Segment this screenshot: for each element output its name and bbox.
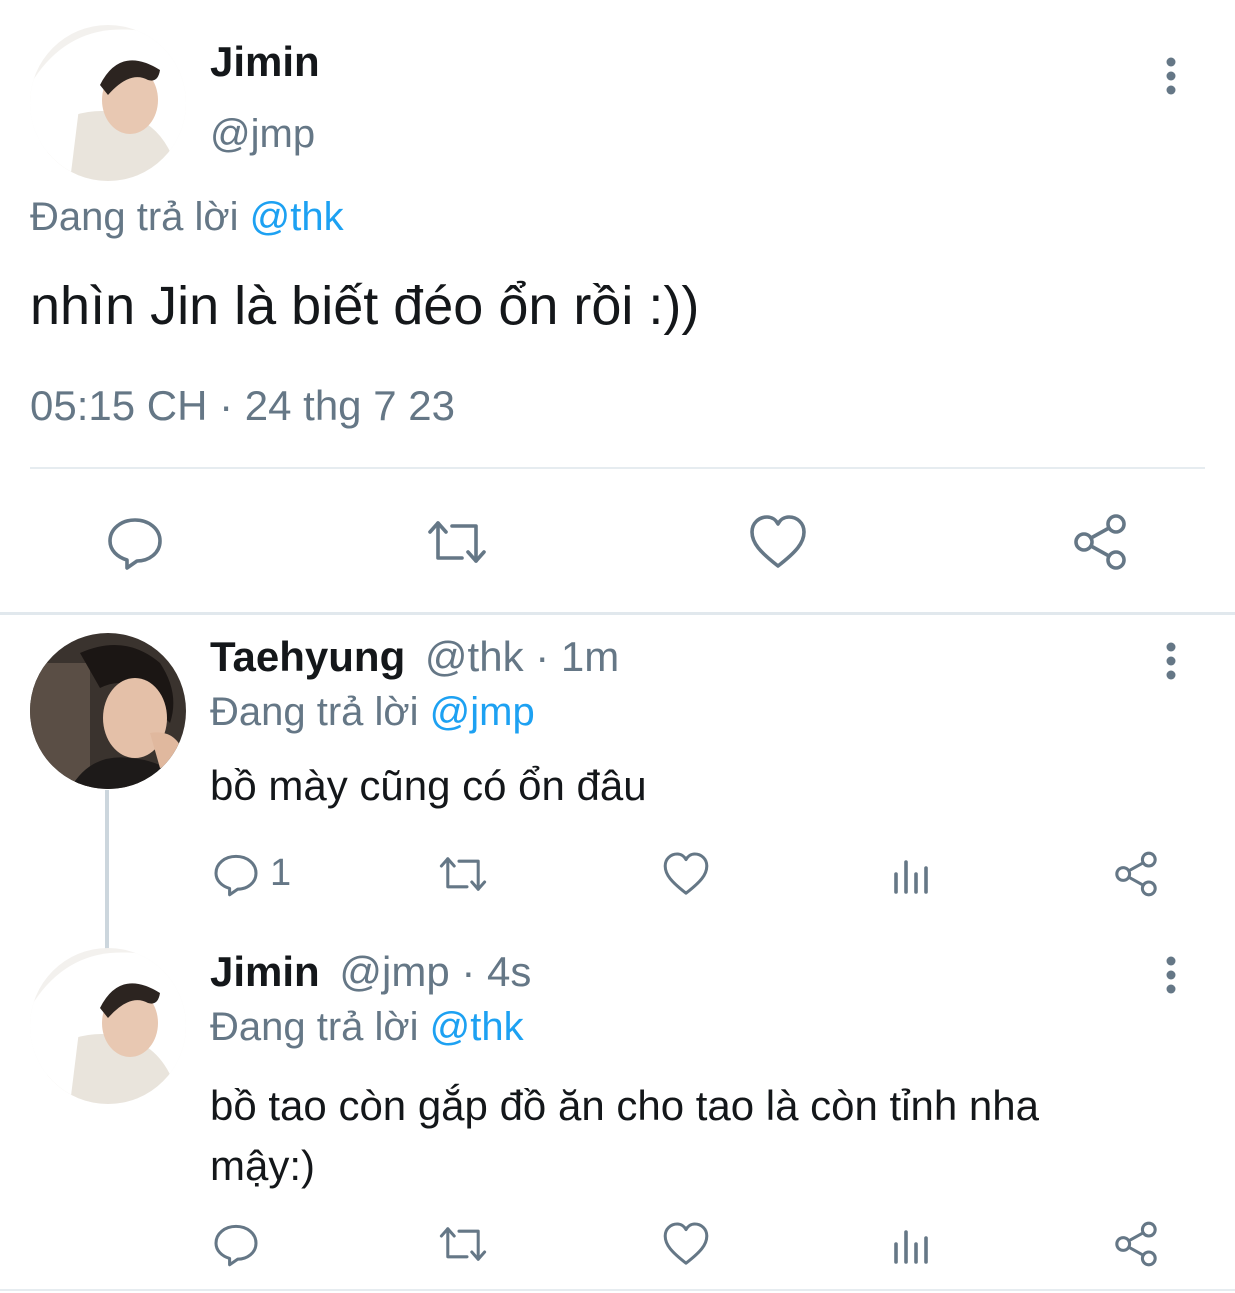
more-vertical-icon bbox=[1166, 57, 1176, 95]
tweet-text: bồ tao còn gắp đồ ăn cho tao là còn tỉnh… bbox=[210, 1076, 1039, 1196]
heart-icon bbox=[750, 515, 806, 568]
analytics-button[interactable] bbox=[890, 852, 934, 896]
reply-context: Đang trả lời @jmp bbox=[210, 690, 535, 735]
retweet-button[interactable] bbox=[436, 1220, 490, 1268]
avatar-photo bbox=[30, 25, 186, 181]
reply-prefix: Đang trả lời bbox=[210, 1005, 419, 1049]
heart-icon bbox=[663, 1222, 709, 1265]
like-button[interactable] bbox=[748, 512, 808, 572]
display-name[interactable]: Taehyung bbox=[210, 633, 405, 680]
tweet-timestamp[interactable]: 05:15 CH · 24 thg 7 23 bbox=[30, 382, 455, 430]
display-name[interactable]: Jimin bbox=[210, 38, 320, 86]
handle-and-time[interactable]: @jmp · 4s bbox=[339, 948, 531, 995]
avatar[interactable] bbox=[30, 948, 186, 1104]
share-icon bbox=[1115, 1221, 1157, 1267]
retweet-button[interactable] bbox=[436, 850, 490, 898]
reply-icon bbox=[108, 518, 162, 570]
reply-count: 1 bbox=[270, 852, 292, 894]
section-divider bbox=[0, 612, 1235, 615]
more-options-button[interactable] bbox=[1158, 640, 1184, 682]
reply-to-link[interactable]: @jmp bbox=[430, 690, 535, 734]
like-button[interactable] bbox=[662, 1220, 710, 1268]
share-button[interactable] bbox=[1112, 1220, 1160, 1268]
user-handle[interactable]: @jmp bbox=[210, 112, 315, 157]
handle-and-time[interactable]: @thk · 1m bbox=[425, 633, 619, 680]
bottom-divider bbox=[0, 1289, 1235, 1291]
reply-button[interactable] bbox=[212, 1220, 260, 1268]
share-icon bbox=[1074, 514, 1126, 570]
analytics-icon bbox=[894, 1230, 928, 1264]
analytics-icon bbox=[894, 860, 928, 894]
tweet-text: nhìn Jin là biết đéo ổn rồi :)) bbox=[30, 276, 700, 336]
divider bbox=[30, 467, 1205, 469]
avatar-photo bbox=[30, 948, 186, 1104]
display-name[interactable]: Jimin bbox=[210, 948, 320, 995]
avatar-photo bbox=[30, 633, 186, 789]
more-vertical-icon bbox=[1166, 642, 1176, 680]
reply-prefix: Đang trả lời bbox=[210, 690, 419, 734]
heart-icon bbox=[663, 852, 709, 895]
reply-to-link[interactable]: @thk bbox=[250, 195, 344, 239]
tweet-text-line: bồ tao còn gắp đồ ăn cho tao là còn tỉnh… bbox=[210, 1082, 1039, 1129]
more-options-button[interactable] bbox=[1158, 55, 1184, 97]
retweet-icon bbox=[428, 521, 486, 563]
reply-icon bbox=[214, 854, 258, 897]
reply-button[interactable]: 1 bbox=[212, 850, 302, 898]
tweet-header: Taehyung @thk · 1m bbox=[210, 633, 619, 681]
tweet-text: bồ mày cũng có ổn đâu bbox=[210, 762, 647, 809]
retweet-icon bbox=[439, 857, 487, 891]
like-button[interactable] bbox=[662, 850, 710, 898]
more-options-button[interactable] bbox=[1158, 954, 1184, 996]
tweet-header: Jimin @jmp · 4s bbox=[210, 948, 531, 996]
reply-button[interactable] bbox=[105, 512, 165, 572]
reply-to-link[interactable]: @thk bbox=[430, 1005, 524, 1049]
retweet-button[interactable] bbox=[424, 512, 490, 572]
avatar[interactable] bbox=[30, 25, 186, 181]
share-button[interactable] bbox=[1112, 850, 1160, 898]
reply-icon bbox=[214, 1224, 258, 1267]
reply-prefix: Đang trả lời bbox=[30, 195, 239, 239]
analytics-button[interactable] bbox=[890, 1222, 934, 1266]
avatar[interactable] bbox=[30, 633, 186, 789]
thread-connector bbox=[105, 790, 109, 950]
more-vertical-icon bbox=[1166, 956, 1176, 994]
reply-context: Đang trả lời @thk bbox=[30, 195, 344, 240]
tweet-text-line: mậy:) bbox=[210, 1142, 315, 1189]
share-icon bbox=[1115, 851, 1157, 897]
reply-context: Đang trả lời @thk bbox=[210, 1005, 524, 1050]
share-button[interactable] bbox=[1070, 512, 1130, 572]
retweet-icon bbox=[439, 1227, 487, 1261]
